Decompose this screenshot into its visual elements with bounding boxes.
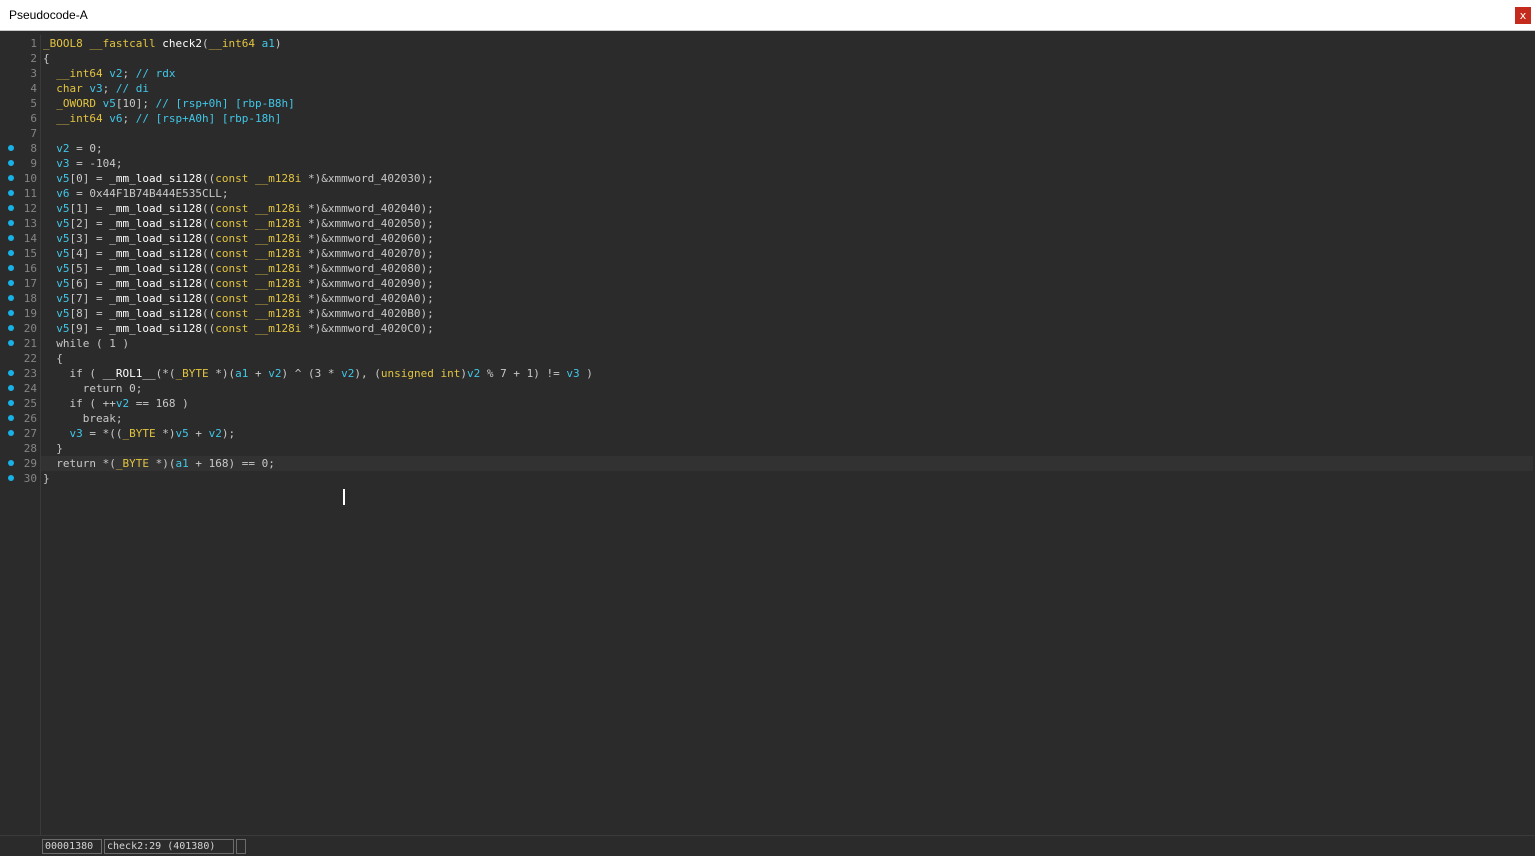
pseudocode-editor[interactable]: 1 _BOOL8 __fastcall check2(__int64 a1) 2 {3… [1,35,1533,835]
line-number: 12 [23,202,37,215]
line-number: 20 [23,322,37,335]
line-number: 4 [30,82,37,95]
line-number: 11 [23,187,37,200]
line-number: 18 [23,292,37,305]
code-line[interactable]: break; [43,411,123,426]
code-line[interactable]: v6 = 0x44F1B74B444E535CLL; [43,186,228,201]
code-line[interactable]: { [43,351,63,366]
line-number: 30 [23,472,37,485]
line-number: 17 [23,277,37,290]
code-line[interactable]: v5[9] = _mm_load_si128((const __m128i *)… [43,321,434,336]
code-line[interactable]: _OWORD v5[10]; // [rsp+0h] [rbp-B8h] [43,96,294,111]
line-number: 22 [23,352,37,365]
text-caret [343,489,345,505]
code-line[interactable]: while ( 1 ) [43,336,129,351]
code-line[interactable]: v5[2] = _mm_load_si128((const __m128i *)… [43,216,434,231]
code-line[interactable]: v5[6] = _mm_load_si128((const __m128i *)… [43,276,434,291]
line-number: 14 [23,232,37,245]
line-number: 28 [23,442,37,455]
status-bar: 00001380 check2:29 (401380) [0,835,1535,856]
line-number: 8 [30,142,37,155]
code-line[interactable]: v5[5] = _mm_load_si128((const __m128i *)… [43,261,434,276]
code-line[interactable]: if ( __ROL1__(*(_BYTE *)(a1 + v2) ^ (3 *… [43,366,593,381]
status-location: check2:29 (401380) [104,839,234,854]
line-number: 26 [23,412,37,425]
line-number: 21 [23,337,37,350]
line-number: 23 [23,367,37,380]
line-number: 29 [23,457,37,470]
code-line[interactable]: v5[0] = _mm_load_si128((const __m128i *)… [43,171,434,186]
code-line[interactable]: v3 = *((_BYTE *)v5 + v2); [43,426,236,441]
line-number: 3 [30,67,37,80]
code-line[interactable]: v5[1] = _mm_load_si128((const __m128i *)… [43,201,434,216]
code-line[interactable]: char v3; // di [43,81,149,96]
code-line[interactable]: __int64 v2; // rdx [43,66,175,81]
line-number: 16 [23,262,37,275]
code-line[interactable]: v5[7] = _mm_load_si128((const __m128i *)… [43,291,434,306]
code-line[interactable]: { [43,51,50,66]
line-number: 24 [23,382,37,395]
code-line[interactable]: v5[3] = _mm_load_si128((const __m128i *)… [43,231,434,246]
line-number: 10 [23,172,37,185]
line-number: 7 [30,127,37,140]
line-number: 5 [30,97,37,110]
line-number: 15 [23,247,37,260]
code-line[interactable]: __int64 v6; // [rsp+A0h] [rbp-18h] [43,111,281,126]
code-line[interactable]: if ( ++v2 == 168 ) [43,396,189,411]
line-number: 19 [23,307,37,320]
line-number: 1 [30,37,37,50]
code-line[interactable]: v5[8] = _mm_load_si128((const __m128i *)… [43,306,434,321]
line-number: 13 [23,217,37,230]
close-button[interactable]: x [1515,7,1531,24]
line-number: 25 [23,397,37,410]
code-line[interactable]: _BOOL8 __fastcall check2(__int64 a1) [43,36,281,51]
line-number: 9 [30,157,37,170]
code-line[interactable]: v2 = 0; [43,141,102,156]
line-number: 27 [23,427,37,440]
status-empty-cell [236,839,246,854]
code-line[interactable]: } [43,441,63,456]
line-number: 2 [30,52,37,65]
status-address: 00001380 [42,839,102,854]
line-number: 6 [30,112,37,125]
code-line[interactable]: v5[4] = _mm_load_si128((const __m128i *)… [43,246,434,261]
title-bar: Pseudocode-A x [0,0,1535,31]
code-line[interactable]: } [43,471,50,486]
window-title: Pseudocode-A [9,8,88,22]
code-line[interactable]: return *(_BYTE *)(a1 + 168) == 0; [43,456,275,471]
code-line[interactable]: v3 = -104; [43,156,122,171]
code-line[interactable]: return 0; [43,381,143,396]
